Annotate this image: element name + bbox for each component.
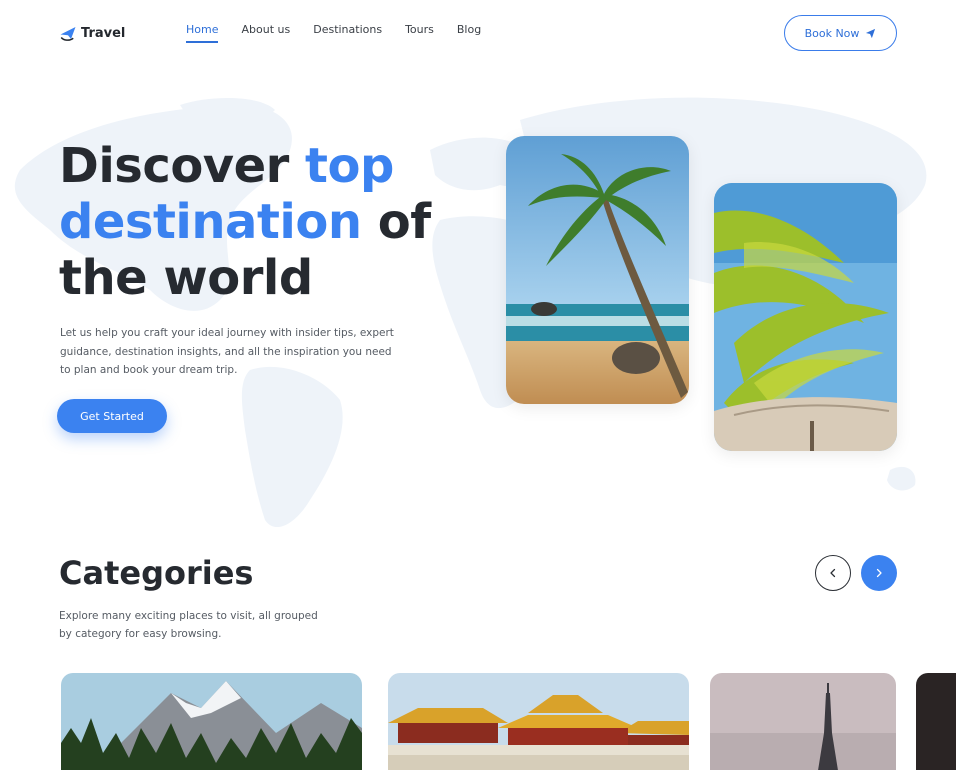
hero-title-part: the world xyxy=(59,250,313,306)
book-now-label: Book Now xyxy=(804,26,860,40)
hero-title-accent: top xyxy=(305,138,394,194)
hero-title-accent: destination xyxy=(59,194,362,250)
hero-photo-palm-fronds xyxy=(714,183,897,451)
hero-title-part: of xyxy=(361,194,431,250)
categories-subtitle: Explore many exciting places to visit, a… xyxy=(59,610,318,640)
chevron-left-icon xyxy=(830,568,836,578)
paper-plane-icon xyxy=(866,28,876,38)
get-started-button[interactable]: Get Started xyxy=(57,399,167,433)
main-nav: Home About us Destinations Tours Blog xyxy=(186,23,481,43)
categories-title: Categories xyxy=(59,554,254,592)
category-card-eiffel[interactable] xyxy=(710,673,896,770)
nav-home[interactable]: Home xyxy=(186,23,219,43)
category-card-mountains[interactable] xyxy=(61,673,362,770)
hero-title: Discover top destination of the world xyxy=(59,138,431,306)
hero-title-part: Discover xyxy=(59,138,306,194)
logo-text: Travel xyxy=(81,25,126,41)
nav-blog[interactable]: Blog xyxy=(457,23,481,43)
carousel-prev-button[interactable] xyxy=(815,555,851,591)
category-card-more[interactable] xyxy=(916,673,956,770)
nav-tours[interactable]: Tours xyxy=(405,23,434,43)
plane-logo-icon xyxy=(60,27,76,41)
carousel-next-button[interactable] xyxy=(861,555,897,591)
chevron-right-icon xyxy=(876,568,882,578)
logo[interactable]: Travel xyxy=(59,24,125,42)
hero-photo-beach-palm xyxy=(506,136,689,404)
nav-about-us[interactable]: About us xyxy=(241,23,290,43)
category-card-temple[interactable] xyxy=(388,673,689,770)
book-now-button[interactable]: Book Now xyxy=(784,15,897,51)
nav-destinations[interactable]: Destinations xyxy=(313,23,382,43)
hero-subtitle: Let us help you craft your ideal journey… xyxy=(60,327,394,376)
